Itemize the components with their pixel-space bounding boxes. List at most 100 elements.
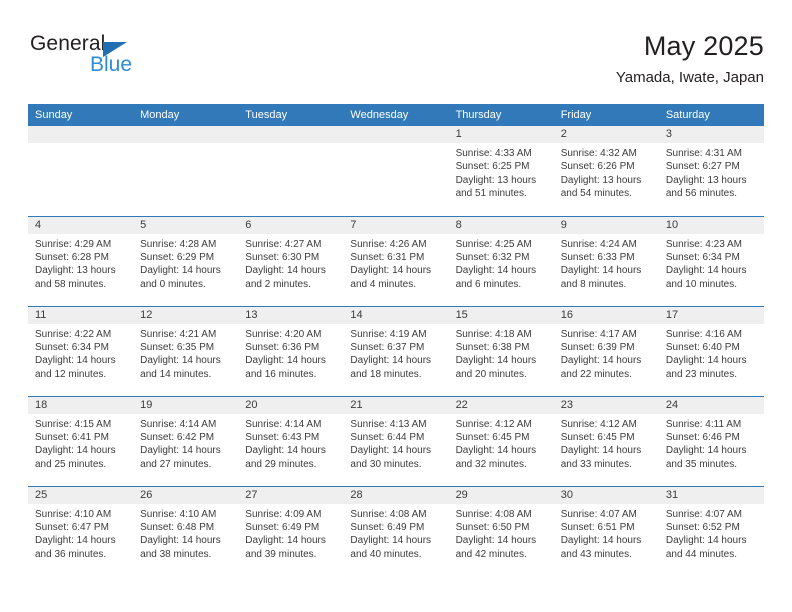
calendar-day-cell[interactable]: 23 Sunrise: 4:12 AM Sunset: 6:45 PM Dayligh…: [553, 395, 659, 486]
day-number: 6: [238, 216, 344, 234]
calendar-day-cell[interactable]: 13 Sunrise: 4:20 AM Sunset: 6:36 PM Dayligh…: [238, 305, 344, 396]
sunset-time: Sunset: 6:50 PM: [455, 521, 530, 533]
day-details: Sunrise: 4:18 AM Sunset: 6:38 PM Daylight:…: [449, 324, 554, 382]
calendar-day-cell[interactable]: 24 Sunrise: 4:11 AM Sunset: 6:46 PM Dayligh…: [658, 395, 764, 486]
calendar-day-cell[interactable]: 7 Sunrise: 4:26 AM Sunset: 6:31 PM Daylight…: [343, 215, 449, 306]
day-number: 18: [28, 396, 134, 414]
sunrise-time: Sunrise: 4:07 AM: [665, 508, 742, 520]
calendar-day-cell[interactable]: 9 Sunrise: 4:24 AM Sunset: 6:33 PM Daylight…: [553, 215, 659, 306]
sunrise-time: Sunrise: 4:23 AM: [665, 238, 742, 250]
calendar-day-cell[interactable]: 6 Sunrise: 4:27 AM Sunset: 6:30 PM Daylight…: [238, 215, 344, 306]
daylight-duration-line1: Daylight: 14 hours: [560, 535, 642, 547]
day-number: 21: [343, 396, 449, 414]
calendar-day-cell[interactable]: 21 Sunrise: 4:13 AM Sunset: 6:44 PM Dayligh…: [343, 395, 449, 486]
sunrise-time: Sunrise: 4:10 AM: [140, 508, 217, 520]
calendar-day-cell[interactable]: 17 Sunrise: 4:16 AM Sunset: 6:40 PM Dayligh…: [658, 305, 764, 396]
calendar-day-cell[interactable]: 22 Sunrise: 4:12 AM Sunset: 6:45 PM Dayligh…: [448, 395, 554, 486]
calendar-day-cell[interactable]: 10 Sunrise: 4:23 AM Sunset: 6:34 PM Dayligh…: [658, 215, 764, 306]
calendar-day-cell[interactable]: 25 Sunrise: 4:10 AM Sunset: 6:47 PM Dayligh…: [28, 485, 134, 576]
sunrise-time: Sunrise: 4:14 AM: [140, 418, 217, 430]
day-details: Sunrise: 4:17 AM Sunset: 6:39 PM Daylight:…: [554, 324, 659, 382]
sunset-time: Sunset: 6:51 PM: [560, 521, 635, 533]
day-details: Sunrise: 4:14 AM Sunset: 6:43 PM Daylight:…: [238, 414, 343, 472]
sunrise-time: Sunrise: 4:17 AM: [560, 328, 637, 340]
calendar-day-cell[interactable]: 2 Sunrise: 4:32 AM Sunset: 6:26 PM Daylight…: [553, 126, 659, 216]
calendar-day-cell[interactable]: 16 Sunrise: 4:17 AM Sunset: 6:39 PM Dayligh…: [553, 305, 659, 396]
daylight-duration-line2: and 35 minutes.: [665, 458, 738, 470]
sunrise-time: Sunrise: 4:20 AM: [245, 328, 322, 340]
daylight-duration-line1: Daylight: 14 hours: [560, 445, 642, 457]
day-number: 25: [28, 486, 134, 504]
daylight-duration-line1: Daylight: 14 hours: [140, 535, 221, 547]
daylight-duration-line1: Daylight: 14 hours: [35, 355, 116, 367]
sunset-time: Sunset: 6:52 PM: [665, 521, 740, 533]
calendar-day-cell[interactable]: 29 Sunrise: 4:08 AM Sunset: 6:50 PM Dayligh…: [448, 485, 554, 576]
daylight-duration-line1: Daylight: 14 hours: [245, 265, 326, 277]
daylight-duration-line2: and 38 minutes.: [140, 548, 212, 560]
daylight-duration-line1: Daylight: 13 hours: [665, 174, 747, 186]
calendar-week-row: 25 Sunrise: 4:10 AM Sunset: 6:47 PM Dayligh…: [28, 485, 764, 576]
sunrise-time: Sunrise: 4:26 AM: [350, 238, 427, 250]
day-number: 9: [553, 216, 659, 234]
sunrise-time: Sunrise: 4:12 AM: [560, 418, 637, 430]
calendar-page: General Blue May 2025 Yamada, Iwate, Jap…: [0, 0, 792, 612]
calendar-day-cell[interactable]: 20 Sunrise: 4:14 AM Sunset: 6:43 PM Dayligh…: [238, 395, 344, 486]
day-number: [28, 126, 134, 143]
sunset-time: Sunset: 6:46 PM: [665, 431, 740, 443]
calendar-day-cell[interactable]: 28 Sunrise: 4:08 AM Sunset: 6:49 PM Dayligh…: [343, 485, 449, 576]
daylight-duration-line2: and 16 minutes.: [245, 368, 317, 380]
calendar-day-cell[interactable]: 5 Sunrise: 4:28 AM Sunset: 6:29 PM Daylight…: [133, 215, 239, 306]
day-details: Sunrise: 4:22 AM Sunset: 6:34 PM Daylight:…: [28, 324, 133, 382]
sunrise-time: Sunrise: 4:25 AM: [455, 238, 532, 250]
calendar-day-cell[interactable]: 14 Sunrise: 4:19 AM Sunset: 6:37 PM Dayligh…: [343, 305, 449, 396]
daylight-duration-line2: and 10 minutes.: [665, 278, 738, 290]
calendar-day-cell-empty: [133, 126, 239, 216]
day-number: 27: [238, 486, 344, 504]
calendar-day-cell[interactable]: 19 Sunrise: 4:14 AM Sunset: 6:42 PM Dayligh…: [133, 395, 239, 486]
calendar-day-cell-empty: [238, 126, 344, 216]
calendar-day-cell[interactable]: 30 Sunrise: 4:07 AM Sunset: 6:51 PM Dayligh…: [553, 485, 659, 576]
daylight-duration-line2: and 36 minutes.: [35, 548, 107, 560]
sunrise-time: Sunrise: 4:15 AM: [35, 418, 112, 430]
sunset-time: Sunset: 6:38 PM: [455, 341, 530, 353]
day-details: Sunrise: 4:32 AM Sunset: 6:26 PM Daylight:…: [554, 143, 659, 201]
day-details: Sunrise: 4:31 AM Sunset: 6:27 PM Daylight:…: [659, 143, 764, 201]
brand-logo[interactable]: General Blue: [28, 32, 258, 88]
day-number: 19: [133, 396, 239, 414]
daylight-duration-line2: and 56 minutes.: [665, 188, 738, 200]
sunset-time: Sunset: 6:43 PM: [245, 431, 320, 443]
calendar-day-cell[interactable]: 15 Sunrise: 4:18 AM Sunset: 6:38 PM Dayligh…: [448, 305, 554, 396]
day-details: Sunrise: 4:25 AM Sunset: 6:32 PM Daylight:…: [449, 234, 554, 292]
daylight-duration-line2: and 25 minutes.: [35, 458, 107, 470]
sunset-time: Sunset: 6:34 PM: [665, 251, 740, 263]
daylight-duration-line2: and 14 minutes.: [140, 368, 212, 380]
sunset-time: Sunset: 6:32 PM: [455, 251, 530, 263]
page-header: General Blue May 2025 Yamada, Iwate, Jap…: [28, 31, 764, 94]
calendar-day-cell[interactable]: 3 Sunrise: 4:31 AM Sunset: 6:27 PM Daylight…: [658, 126, 764, 216]
sunset-time: Sunset: 6:45 PM: [455, 431, 530, 443]
sunset-time: Sunset: 6:47 PM: [35, 521, 109, 533]
calendar-day-cell[interactable]: 18 Sunrise: 4:15 AM Sunset: 6:41 PM Dayligh…: [28, 395, 134, 486]
calendar-day-cell[interactable]: 8 Sunrise: 4:25 AM Sunset: 6:32 PM Daylight…: [448, 215, 554, 306]
daylight-duration-line2: and 58 minutes.: [35, 278, 107, 290]
day-number: 4: [28, 216, 134, 234]
calendar-day-cell[interactable]: 26 Sunrise: 4:10 AM Sunset: 6:48 PM Dayligh…: [133, 485, 239, 576]
day-number: 2: [553, 126, 659, 143]
sunset-time: Sunset: 6:39 PM: [560, 341, 635, 353]
calendar-day-cell[interactable]: 12 Sunrise: 4:21 AM Sunset: 6:35 PM Dayligh…: [133, 305, 239, 396]
day-number: 5: [133, 216, 239, 234]
calendar-day-cell[interactable]: 31 Sunrise: 4:07 AM Sunset: 6:52 PM Dayligh…: [658, 485, 764, 576]
calendar-day-cell[interactable]: 4 Sunrise: 4:29 AM Sunset: 6:28 PM Daylight…: [28, 215, 134, 306]
calendar-day-cell[interactable]: 27 Sunrise: 4:09 AM Sunset: 6:49 PM Dayligh…: [238, 485, 344, 576]
daylight-duration-line1: Daylight: 14 hours: [350, 445, 432, 457]
calendar-day-cell[interactable]: 1 Sunrise: 4:33 AM Sunset: 6:25 PM Daylight…: [448, 126, 554, 216]
day-number: [343, 126, 449, 143]
day-details: Sunrise: 4:14 AM Sunset: 6:42 PM Daylight:…: [133, 414, 238, 472]
daylight-duration-line1: Daylight: 14 hours: [665, 535, 747, 547]
daylight-duration-line1: Daylight: 14 hours: [350, 355, 432, 367]
calendar-day-cell[interactable]: 11 Sunrise: 4:22 AM Sunset: 6:34 PM Dayligh…: [28, 305, 134, 396]
daylight-duration-line2: and 29 minutes.: [245, 458, 317, 470]
daylight-duration-line2: and 43 minutes.: [560, 548, 632, 560]
daylight-duration-line2: and 23 minutes.: [665, 368, 738, 380]
sunset-time: Sunset: 6:49 PM: [350, 521, 425, 533]
